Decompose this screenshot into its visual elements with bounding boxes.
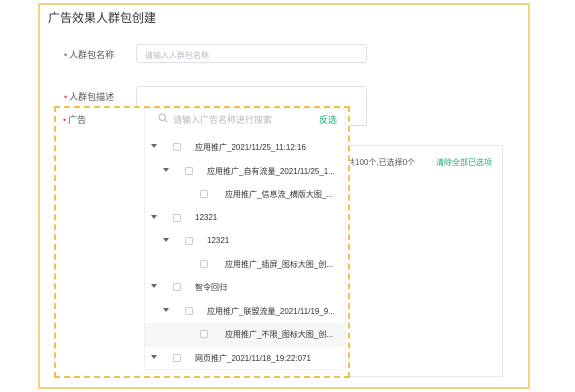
required-mark: • (64, 92, 68, 102)
tree-row[interactable]: 12321 (145, 207, 345, 231)
ad-label-text: 广告 (68, 115, 87, 125)
desc-label: • 人群包描述 (64, 90, 114, 103)
required-mark: • (63, 115, 67, 125)
tree-checkbox[interactable] (185, 167, 193, 175)
tree-row-label: 12321 (207, 236, 230, 245)
tree-row[interactable]: 12321 (145, 230, 345, 254)
required-mark: • (64, 50, 68, 60)
expand-caret-icon[interactable] (151, 284, 157, 288)
tree-row[interactable]: 应用推广_不限_图标大图_创... (145, 323, 345, 347)
clear-all-link[interactable]: 清除全部已选项 (436, 157, 492, 168)
ad-search-bar[interactable]: 请输入广告名称进行搜索 反选 (145, 109, 345, 129)
tree-checkbox[interactable] (173, 143, 181, 151)
tree-checkbox[interactable] (200, 330, 208, 338)
tree-checkbox[interactable] (185, 307, 193, 315)
expand-caret-icon[interactable] (151, 144, 157, 148)
tree-row[interactable]: 智令回归 (145, 276, 345, 300)
tree-row[interactable]: 应用推广_插屏_图标大图_创... (145, 253, 345, 277)
tree-row-label: 应用推广_联盟流量_2021/11/19_9... (207, 307, 335, 316)
invert-selection-button[interactable]: 反选 (319, 113, 337, 126)
tree-row-label: 12321 (195, 213, 218, 222)
tree-checkbox[interactable] (185, 237, 193, 245)
name-label-text: 人群包名称 (69, 50, 115, 60)
expand-caret-icon[interactable] (151, 215, 157, 219)
tree-row-label: 应用推广_不限_图标大图_创... (225, 330, 334, 339)
desc-label-text: 人群包描述 (69, 92, 115, 102)
name-input[interactable]: 请输入人群包名称 (136, 44, 367, 63)
tree-row[interactable]: 应用推广_信息流_横版大图_... (145, 183, 345, 207)
selected-panel (345, 145, 503, 377)
tree-row-label: 应用推广_2021/11/25_11:12:16 (195, 143, 306, 152)
ad-dropdown: 请输入广告名称进行搜索 反选 应用推广_2021/11/25_11:12:16 应… (144, 108, 346, 370)
ad-search-input[interactable]: 请输入广告名称进行搜索 (173, 113, 272, 126)
tree-checkbox[interactable] (173, 283, 181, 291)
expand-caret-icon[interactable] (151, 355, 157, 359)
tree-checkbox[interactable] (200, 260, 208, 268)
tree-checkbox[interactable] (173, 214, 181, 222)
tree-row[interactable]: 应用推广_联盟流量_2021/11/19_9... (145, 300, 345, 324)
page-title: 广告效果人群包创建 (48, 11, 157, 25)
tree-row-label: 应用推广_自有流量_2021/11/25_1... (207, 167, 335, 176)
expand-caret-icon[interactable] (163, 168, 169, 172)
ad-label: • 广告 (63, 113, 86, 126)
tree-row-label: 应用推广_插屏_图标大图_创... (225, 260, 334, 269)
expand-caret-icon[interactable] (163, 308, 169, 312)
tree-row-label: 应用推广_信息流_横版大图_... (225, 190, 334, 199)
tree-checkbox[interactable] (173, 354, 181, 362)
tree-row-label: 网页推广_2021/11/18_19:22:071 (195, 354, 311, 363)
search-icon (158, 113, 168, 123)
expand-caret-icon[interactable] (163, 238, 169, 242)
selected-summary: 共100个,已选择0个 (347, 158, 416, 167)
tree-row[interactable]: 网页推广_2021/11/18_19:22:071 (145, 347, 345, 369)
tree-row-label: 智令回归 (195, 283, 227, 292)
tree-row[interactable]: 应用推广_自有流量_2021/11/25_1... (145, 160, 345, 184)
tree-row[interactable]: 应用推广_2021/11/25_11:12:16 (145, 136, 345, 160)
name-label: • 人群包名称 (64, 48, 114, 61)
tree-checkbox[interactable] (200, 190, 208, 198)
